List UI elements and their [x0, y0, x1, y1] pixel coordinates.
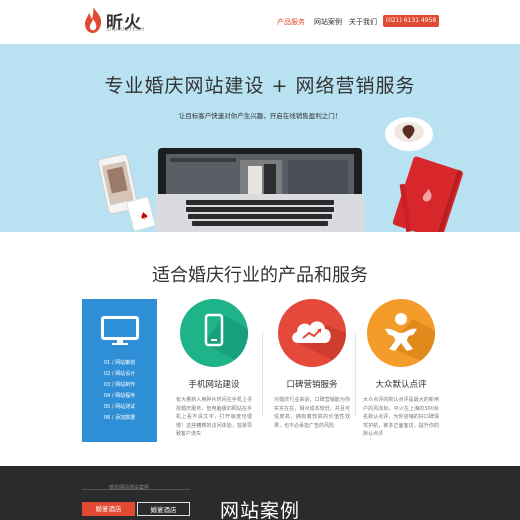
card-title: 大众默认点评	[375, 380, 427, 390]
header: 昕火 XINHUOTECH 产品服务 网站案例 关于我们 (021) 6131 …	[0, 0, 520, 44]
cases-title: 网站案例	[219, 500, 300, 520]
service-card-review[interactable]: 大众默认点评 大众点评的默认点评是最大的新用户的风向标。平火在上海的300余名默…	[357, 299, 445, 442]
menu-item-testing[interactable]: 05 / 网站测试	[82, 403, 157, 410]
flame-logo-icon	[85, 7, 102, 33]
services-title: 适合婚庆行业的产品和服务	[152, 265, 368, 286]
menu-item-production[interactable]: 03 / 网站制作	[82, 381, 157, 388]
hero-banner: 专业婚庆网站建设 + 网络营销服务 让目标客户快速对你产生兴趣，开启在线销售盈利…	[0, 44, 520, 232]
card-text: 有大量新人用碎片时间在手机上寻找婚庆服务，但电脑版的网站在手机上看不清文字，打开…	[176, 397, 252, 437]
playing-card-icon: ♠	[126, 196, 156, 232]
service-card-reputation[interactable]: 口碑营销服务 对婚庆行业来说，口碑营销能为你实实在在，相对成本较低，并且可信度高…	[268, 299, 356, 442]
coffee-cup-icon	[385, 117, 433, 151]
cloud-chart-icon	[278, 299, 346, 367]
services-menu: 01 / 网站策划 02 / 网站设计 03 / 网站制作 04 / 网站程序 …	[82, 299, 157, 442]
card-text: 大众点评的默认点评是最大的新用户的风向标。平火在上海的300余名默认点评，为你店…	[363, 397, 439, 437]
logo[interactable]: 昕火 XINHUOTECH	[82, 6, 152, 36]
menu-item-design[interactable]: 02 / 网站设计	[82, 370, 157, 377]
card-text: 对婚庆行业来说，口碑营销能为你实实在在，相对成本较低，并且可信度高，拥有着较高的…	[274, 397, 350, 429]
nav-cases[interactable]: 网站案例	[314, 17, 342, 27]
cases-caption: 婚庆网站建设案例	[109, 485, 150, 491]
menu-item-data[interactable]: 06 / 添加数据	[82, 414, 157, 421]
logo-subtitle: XINHUOTECH	[106, 27, 145, 33]
person-icon	[367, 299, 435, 367]
cases-section: 婚庆网站建设案例 婚宴酒店 婚宴酒店 网站案例	[0, 466, 520, 520]
nav-products[interactable]: 产品服务	[277, 17, 305, 27]
divider	[262, 332, 263, 416]
service-card-mobile[interactable]: 手机网站建设 有大量新人用碎片时间在手机上寻找婚庆服务，但电脑版的网站在手机上看…	[170, 299, 258, 442]
card-title: 手机网站建设	[188, 380, 240, 390]
mobile-icon	[180, 299, 248, 367]
nav-about[interactable]: 关于我们	[349, 17, 377, 27]
divider	[355, 332, 356, 416]
laptop-icon	[156, 148, 364, 232]
phone-badge[interactable]: (021) 6131 4958	[383, 15, 439, 27]
page: 昕火 XINHUOTECH 产品服务 网站案例 关于我们 (021) 6131 …	[0, 0, 520, 520]
menu-item-program[interactable]: 04 / 网站程序	[82, 392, 157, 399]
hero-illustration: ♠	[97, 117, 463, 232]
menu-item-planning[interactable]: 01 / 网站策划	[82, 359, 157, 366]
monitor-icon	[101, 316, 139, 345]
card-title: 口碑营销服务	[286, 380, 338, 390]
